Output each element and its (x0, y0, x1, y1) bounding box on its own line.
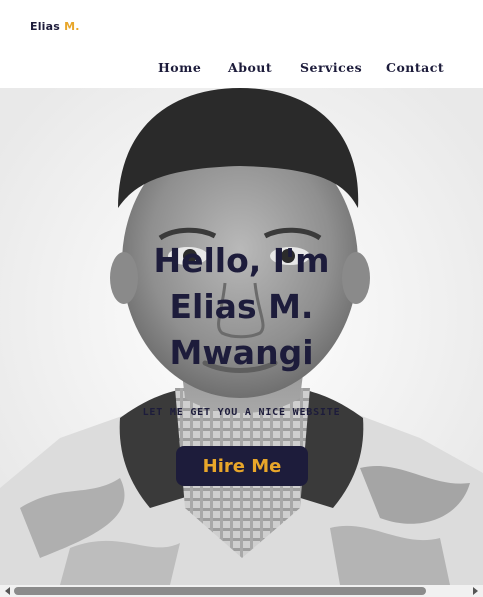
headline-line: Elias M. (169, 287, 314, 326)
headline-line: Mwangi (169, 333, 314, 372)
hero-text-block: Hello, I'm Elias M. Mwangi (0, 238, 483, 376)
nav-link-services[interactable]: Services (300, 60, 362, 75)
scrollbar-thumb[interactable] (14, 587, 426, 595)
nav-link-contact[interactable]: Contact (386, 60, 444, 75)
horizontal-scrollbar[interactable] (0, 585, 483, 597)
site-logo[interactable]: Elias M. (30, 20, 80, 33)
headline-line: Hello, I'm (153, 241, 330, 280)
hero-headline: Hello, I'm Elias M. Mwangi (112, 238, 372, 376)
logo-name: Elias (30, 20, 61, 33)
nav-link-home[interactable]: Home (158, 60, 201, 75)
site-header: Elias M. Home About Services Contact (0, 0, 483, 88)
scroll-right-icon[interactable] (469, 586, 481, 596)
hire-me-button[interactable]: Hire Me (176, 446, 308, 486)
hero-tagline: LET ME GET YOU A NICE WEBSITE (142, 407, 341, 418)
logo-accent: M. (64, 20, 80, 33)
nav-link-about[interactable]: About (228, 60, 272, 75)
scroll-left-icon[interactable] (2, 586, 14, 596)
hero-section: Hello, I'm Elias M. Mwangi LET ME GET YO… (0, 88, 483, 585)
